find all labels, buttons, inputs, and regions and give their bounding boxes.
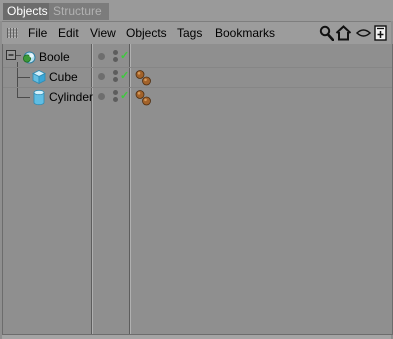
menu-file[interactable]: File <box>28 26 47 40</box>
tab-structure[interactable]: Structure <box>49 3 109 20</box>
search-icon[interactable] <box>319 25 334 41</box>
tab-bar: Objects Structure <box>0 0 393 21</box>
object-name[interactable]: Cylinder <box>49 90 93 104</box>
boole-icon <box>23 51 36 64</box>
menu-bar: File Edit View Objects Tags Bookmarks <box>2 21 391 45</box>
texture-tag-icon[interactable] <box>134 89 154 107</box>
menu-edit[interactable]: Edit <box>58 26 79 40</box>
editor-visibility-dot-icon[interactable] <box>113 90 118 95</box>
object-name[interactable]: Boole <box>39 50 70 64</box>
layer-dot-icon[interactable] <box>98 93 105 100</box>
menu-tags[interactable]: Tags <box>177 26 202 40</box>
render-visibility-dot-icon[interactable] <box>113 77 118 82</box>
menu-bookmarks[interactable]: Bookmarks <box>215 26 275 40</box>
object-name[interactable]: Cube <box>49 70 78 84</box>
enabled-check-icon[interactable]: ✓ <box>120 69 129 82</box>
new-panel-icon[interactable] <box>374 25 387 41</box>
object-list-panel[interactable]: Boole ✓ Cube ✓ Cylinder ✓ <box>2 44 393 335</box>
texture-tag-icon[interactable] <box>134 69 154 87</box>
object-row[interactable]: Cylinder ✓ <box>3 87 392 108</box>
cylinder-icon <box>33 89 45 106</box>
enabled-check-icon[interactable]: ✓ <box>120 49 129 62</box>
editor-visibility-dot-icon[interactable] <box>113 70 118 75</box>
panel-resize-bar[interactable] <box>2 335 391 339</box>
editor-visibility-dot-icon[interactable] <box>113 50 118 55</box>
layer-dot-icon[interactable] <box>98 53 105 60</box>
grip-handle-icon[interactable] <box>7 28 18 38</box>
object-row[interactable]: Boole ✓ <box>3 47 392 67</box>
layer-dot-icon[interactable] <box>98 73 105 80</box>
render-visibility-dot-icon[interactable] <box>113 97 118 102</box>
render-visibility-dot-icon[interactable] <box>113 57 118 62</box>
eye-icon[interactable] <box>356 27 371 39</box>
object-row[interactable]: Cube ✓ <box>3 67 392 88</box>
enabled-check-icon[interactable]: ✓ <box>120 89 129 102</box>
tab-objects[interactable]: Objects <box>3 3 53 20</box>
menu-objects[interactable]: Objects <box>126 26 167 40</box>
cube-icon <box>32 70 46 85</box>
menu-view[interactable]: View <box>90 26 116 40</box>
home-icon[interactable] <box>335 25 352 41</box>
